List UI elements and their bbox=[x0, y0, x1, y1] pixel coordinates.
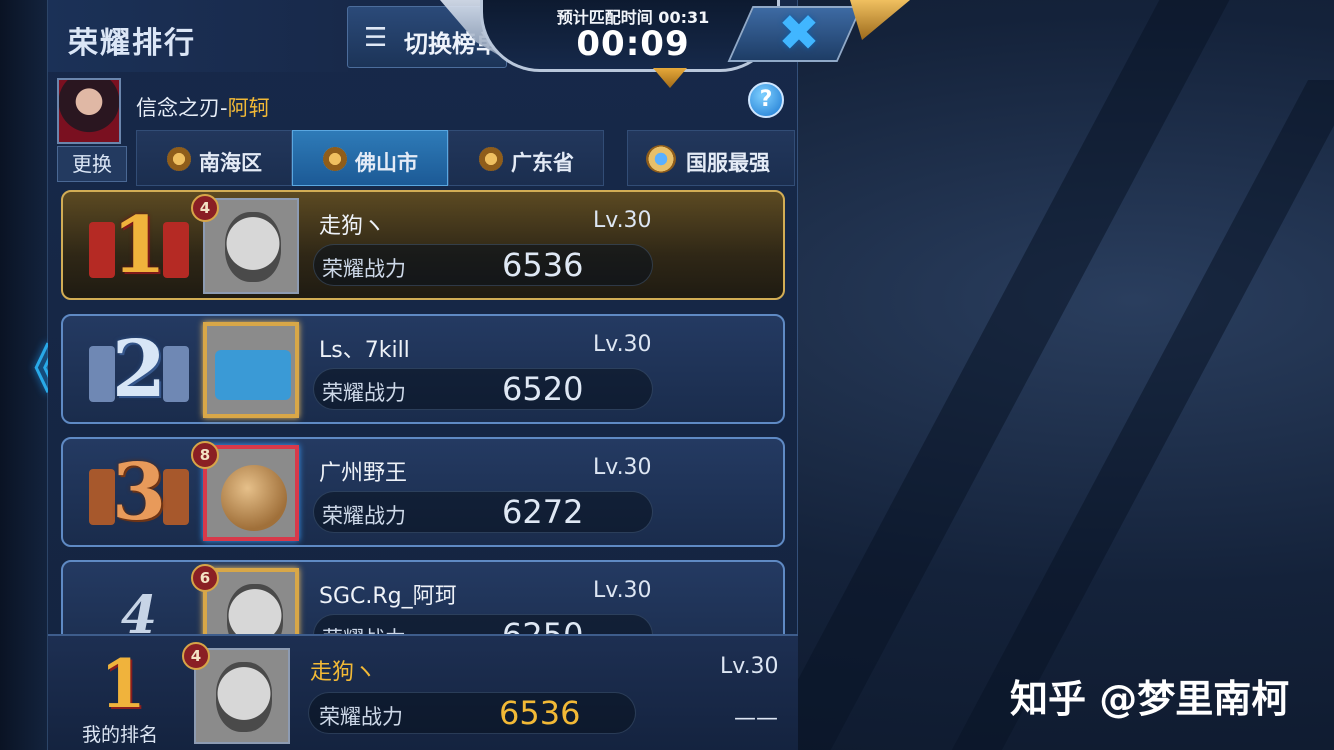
rank-change: —— bbox=[734, 706, 778, 731]
rank-tier-badge: 4 bbox=[191, 194, 219, 222]
power-value: 6272 bbox=[502, 493, 584, 531]
player-level: Lv.30 bbox=[593, 578, 652, 603]
ranking-row[interactable]: 4 6 SGC.Rg_阿珂 Lv.30 荣耀战力 6250 bbox=[61, 560, 785, 634]
rank-4-emblem: 4 bbox=[89, 568, 189, 634]
page-title: 荣耀排行 bbox=[68, 26, 196, 61]
district-badge-icon bbox=[167, 147, 191, 171]
rank-tier-badge: 8 bbox=[191, 441, 219, 469]
power-label: 荣耀战力 bbox=[322, 381, 406, 405]
player-level: Lv.30 bbox=[593, 332, 652, 357]
power-value: 6536 bbox=[502, 246, 584, 284]
face-photo bbox=[227, 584, 283, 634]
list-icon: ☰ bbox=[364, 23, 388, 53]
ranking-row[interactable]: 3 8 广州野王 Lv.30 荣耀战力 6272 bbox=[61, 437, 785, 547]
rank-1-emblem-icon: 1 bbox=[89, 198, 189, 294]
power-box: 荣耀战力 6250 bbox=[313, 614, 653, 634]
ranking-list[interactable]: 1 4 走狗ヽ Lv.30 荣耀战力 6536 2 Ls、7kill Lv.30… bbox=[48, 190, 798, 634]
watermark: 知乎 @梦里南柯 bbox=[1010, 677, 1290, 721]
hero-title: 信念之刃-阿轲 bbox=[136, 92, 270, 122]
my-player-level: Lv.30 bbox=[720, 654, 779, 679]
player-level: Lv.30 bbox=[593, 208, 652, 233]
rank-tier-badge: 4 bbox=[182, 642, 210, 670]
hero-title-prefix: 信念之刃- bbox=[136, 96, 228, 120]
power-value: 6536 bbox=[499, 694, 581, 732]
power-value: 6520 bbox=[502, 370, 584, 408]
hero-avatar[interactable] bbox=[57, 78, 121, 144]
power-box: 荣耀战力 6536 bbox=[313, 244, 653, 286]
power-box: 荣耀战力 6520 bbox=[313, 368, 653, 410]
van-photo bbox=[215, 350, 291, 400]
rank-2-emblem-icon: 2 bbox=[89, 322, 189, 418]
face-photo bbox=[225, 212, 281, 282]
city-badge-icon bbox=[323, 147, 347, 171]
hero-name: 阿轲 bbox=[227, 96, 270, 120]
tab-national-strongest[interactable]: 国服最强 bbox=[627, 130, 795, 186]
power-label: 荣耀战力 bbox=[322, 257, 406, 281]
background-stripe bbox=[951, 80, 1334, 750]
player-name: 走狗ヽ bbox=[319, 214, 386, 239]
close-icon[interactable]: ✖ bbox=[778, 4, 820, 62]
power-value: 6250 bbox=[502, 616, 583, 634]
help-button[interactable]: ? bbox=[748, 82, 784, 118]
my-player-name: 走狗ヽ bbox=[310, 660, 377, 685]
rank-tier-badge: 6 bbox=[191, 564, 219, 592]
ranking-row[interactable]: 2 Ls、7kill Lv.30 荣耀战力 6520 bbox=[61, 314, 785, 424]
rank-number: 4 bbox=[120, 585, 158, 634]
power-box: 荣耀战力 6272 bbox=[313, 491, 653, 533]
ranking-row[interactable]: 1 4 走狗ヽ Lv.30 荣耀战力 6536 bbox=[61, 190, 785, 300]
power-label: 荣耀战力 bbox=[322, 623, 406, 634]
power-label: 荣耀战力 bbox=[322, 504, 406, 528]
rank-number: 2 bbox=[111, 324, 167, 415]
rank-number: 3 bbox=[111, 447, 167, 538]
tab-label: 广东省 bbox=[511, 151, 574, 175]
power-label: 荣耀战力 bbox=[319, 705, 403, 729]
my-rank-bar: 1 我的排名 4 走狗ヽ Lv.30 荣耀战力 6536 —— bbox=[48, 634, 798, 750]
tab-label: 佛山市 bbox=[355, 151, 418, 175]
rank-number: 1 bbox=[111, 200, 167, 291]
player-level: Lv.30 bbox=[593, 455, 652, 480]
my-rank-label: 我的排名 bbox=[82, 724, 159, 746]
rank-3-emblem-icon: 3 bbox=[89, 445, 189, 541]
my-rank-emblem-icon: 1 bbox=[100, 645, 146, 723]
province-badge-icon bbox=[479, 147, 503, 171]
player-name: SGC.Rg_阿珂 bbox=[319, 584, 457, 609]
player-name: Ls、7kill bbox=[319, 338, 410, 363]
tab-city[interactable]: 佛山市 bbox=[292, 130, 448, 186]
face-photo bbox=[216, 662, 272, 732]
tab-province[interactable]: 广东省 bbox=[448, 130, 604, 186]
change-hero-button[interactable]: 更换 bbox=[57, 146, 127, 182]
tab-label: 国服最强 bbox=[686, 151, 770, 175]
player-name: 广州野王 bbox=[319, 461, 408, 486]
tab-label: 南海区 bbox=[199, 151, 262, 175]
tab-district[interactable]: 南海区 bbox=[136, 130, 292, 186]
avatar[interactable] bbox=[203, 322, 299, 418]
power-box: 荣耀战力 6536 bbox=[308, 692, 636, 734]
walnut-photo bbox=[221, 465, 287, 531]
national-badge-icon bbox=[646, 145, 676, 173]
